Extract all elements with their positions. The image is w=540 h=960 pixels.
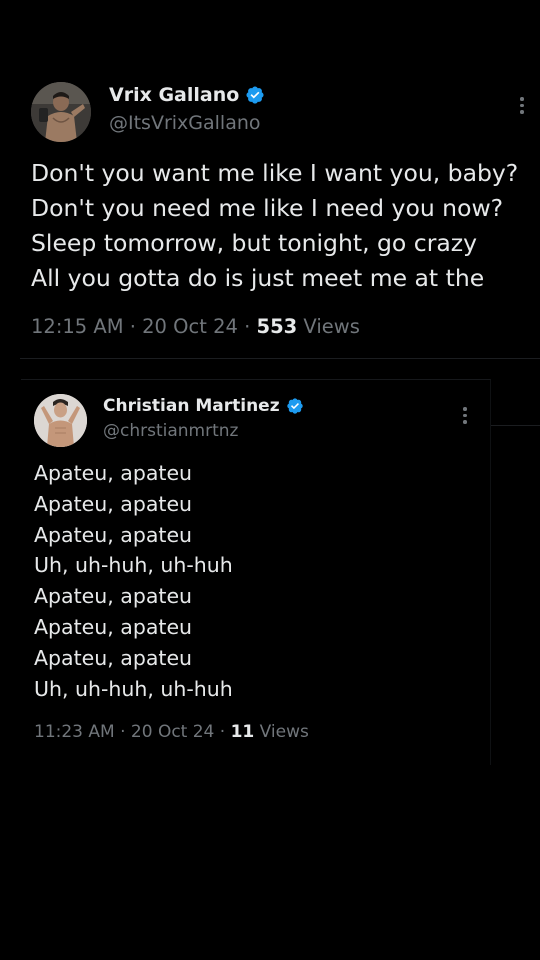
- display-name[interactable]: Vrix Gallano: [109, 84, 239, 106]
- tweet-text-line: Uh, uh-huh, uh-huh: [34, 553, 233, 578]
- timestamp[interactable]: 12:15 AM · 20 Oct 24 ·: [31, 315, 257, 338]
- timestamp[interactable]: 11:23 AM · 20 Oct 24 ·: [34, 722, 231, 742]
- tweet-main: Vrix Gallano @ItsVrixGallano Don't you w…: [0, 0, 540, 380]
- views-count: 553: [256, 315, 298, 338]
- tweet-text-line: Apateu, apateu: [34, 645, 193, 670]
- views-label: Views: [254, 722, 309, 742]
- author-name-row: Vrix Gallano: [109, 84, 265, 106]
- username-handle[interactable]: @chrstianmrtnz: [103, 421, 238, 441]
- avatar[interactable]: [34, 394, 87, 447]
- divider: [491, 425, 540, 426]
- more-options-icon[interactable]: [460, 407, 470, 424]
- username-handle[interactable]: @ItsVrixGallano: [109, 112, 261, 134]
- tweet-text-line: All you gotta do is just meet me at the: [31, 264, 485, 292]
- divider: [20, 358, 540, 359]
- tweet-text: Don't you want me like I want you, baby?…: [31, 156, 518, 296]
- tweet-text-line: Sleep tomorrow, but tonight, go crazy: [31, 229, 478, 257]
- views-label: Views: [297, 315, 360, 338]
- more-options-icon[interactable]: [517, 97, 527, 114]
- tweet-text-line: Apateu, apateu: [34, 522, 193, 547]
- author-name-row: Christian Martinez: [103, 396, 304, 416]
- tweet-text-line: Apateu, apateu: [34, 461, 193, 485]
- display-name[interactable]: Christian Martinez: [103, 396, 280, 416]
- tweet-text-line: Don't you want me like I want you, baby?: [31, 159, 519, 187]
- avatar[interactable]: [31, 82, 91, 142]
- tweet-text-line: Apateu, apateu: [34, 491, 193, 516]
- avatar-photo-icon: [31, 82, 91, 142]
- tweet-text-line: Apateu, apateu: [34, 614, 193, 639]
- tweet-meta: 11:23 AM · 20 Oct 24 · 11 Views: [34, 722, 309, 742]
- views-count: 11: [230, 722, 255, 742]
- tweet-text-line: Don't you need me like I need you now?: [31, 194, 504, 222]
- verified-badge-icon: [286, 397, 304, 415]
- tweet-text-line: Uh, uh-huh, uh-huh: [34, 676, 233, 701]
- verified-badge-icon: [245, 85, 265, 105]
- tweet-text-line: Apateu, apateu: [34, 584, 193, 609]
- avatar-photo-icon: [34, 394, 87, 447]
- tweet-meta: 12:15 AM · 20 Oct 24 · 553 Views: [31, 315, 360, 338]
- tweet-text: Apateu, apateu Apateu, apateu Apateu, ap…: [34, 458, 233, 704]
